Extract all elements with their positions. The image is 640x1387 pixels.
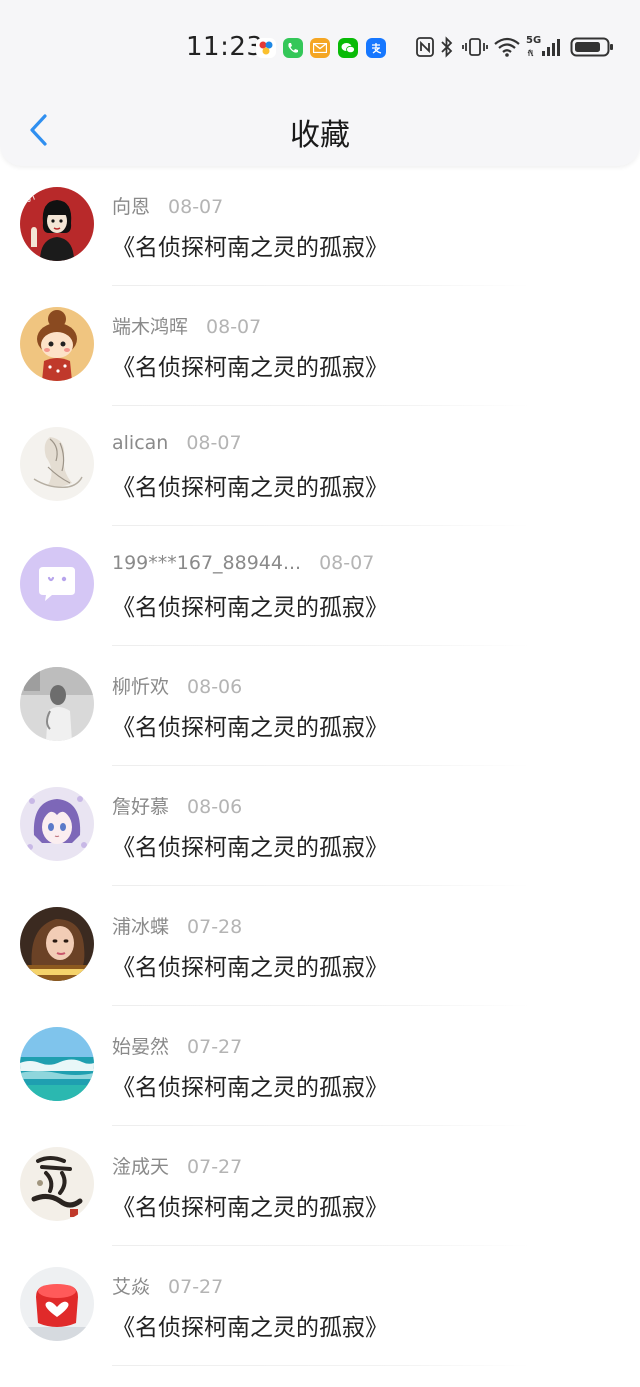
list-item[interactable]: 詹好慕 08-06 《名侦探柯南之灵的孤寂》 xyxy=(0,766,640,886)
favorite-date: 08-06 xyxy=(187,676,243,698)
sketch-avatar-icon xyxy=(20,427,94,501)
user-avatar[interactable] xyxy=(20,307,94,381)
wechat-app-icon xyxy=(338,38,358,58)
list-item[interactable]: 小 向恩 08-07 《名侦探柯南之灵的孤寂》 xyxy=(0,166,640,286)
bluetooth-icon xyxy=(440,36,454,58)
username: 始晏然 07-27 xyxy=(112,1032,242,1059)
username-text: 始晏然 xyxy=(112,1036,170,1058)
username-text: alican xyxy=(112,432,169,454)
favorite-date: 08-07 xyxy=(206,316,262,338)
username-text: 淦成天 xyxy=(112,1156,170,1178)
user-avatar[interactable] xyxy=(20,1027,94,1101)
username: 淦成天 07-27 xyxy=(112,1152,242,1179)
navigation-bar: 收藏 xyxy=(0,96,640,166)
status-time: 11:23 xyxy=(186,32,264,62)
book-title[interactable]: 《名侦探柯南之灵的孤寂》 xyxy=(112,468,388,502)
username: 艾焱 07-27 xyxy=(112,1272,223,1299)
mail-app-icon xyxy=(310,38,330,58)
username: 浦冰蝶 07-28 xyxy=(112,912,242,939)
favorite-date: 07-27 xyxy=(168,1276,224,1298)
username: 詹好慕 08-06 xyxy=(112,792,242,819)
username: 199***167_88944... 08-07 xyxy=(112,552,374,574)
girl-cartoon-avatar-icon: 小 xyxy=(20,187,94,261)
header: 11:23 5G 收藏 xyxy=(0,0,640,166)
list-item[interactable]: alican 08-07 《名侦探柯南之灵的孤寂》 xyxy=(0,406,640,526)
anime-avatar-icon xyxy=(20,787,94,861)
username: 端木鸿晖 08-07 xyxy=(112,312,261,339)
vibrate-icon xyxy=(462,36,488,58)
username-text: 柳忻欢 xyxy=(112,676,170,698)
user-avatar[interactable] xyxy=(20,1147,94,1221)
list-item[interactable]: 始晏然 07-27 《名侦探柯南之灵的孤寂》 xyxy=(0,1006,640,1126)
username-text: 199***167_88944... xyxy=(112,552,302,574)
heart-cup-avatar-icon xyxy=(20,1267,94,1341)
list-item[interactable]: 199***167_88944... 08-07 《名侦探柯南之灵的孤寂》 xyxy=(0,526,640,646)
status-bar: 11:23 5G xyxy=(0,0,640,96)
user-avatar[interactable] xyxy=(20,547,94,621)
favorites-list: 小 向恩 08-07 《名侦探柯南之灵的孤寂》 端木鸿晖 08-07 《名侦探柯南之… xyxy=(0,166,640,1366)
nfc-icon xyxy=(416,36,434,58)
cellular-signal-icon: 5G xyxy=(526,35,562,58)
username: alican 08-07 xyxy=(112,432,242,454)
page-title: 收藏 xyxy=(290,118,350,153)
wifi-icon xyxy=(493,36,521,58)
username: 向恩 08-07 xyxy=(112,192,223,219)
phone-app-icon xyxy=(283,38,303,58)
favorite-date: 08-06 xyxy=(187,796,243,818)
favorite-date: 07-28 xyxy=(187,916,243,938)
book-title[interactable]: 《名侦探柯南之灵的孤寂》 xyxy=(112,1188,388,1222)
photo-avatar-icon xyxy=(20,667,94,741)
book-title[interactable]: 《名侦探柯南之灵的孤寂》 xyxy=(112,1308,388,1342)
portrait-avatar-icon xyxy=(20,907,94,981)
user-avatar[interactable]: 小 xyxy=(20,187,94,261)
favorite-date: 07-27 xyxy=(187,1036,243,1058)
doll-avatar-icon xyxy=(20,307,94,381)
book-title[interactable]: 《名侦探柯南之灵的孤寂》 xyxy=(112,348,388,382)
divider xyxy=(112,1365,530,1366)
favorite-date: 07-27 xyxy=(187,1156,243,1178)
list-item[interactable]: 艾焱 07-27 《名侦探柯南之灵的孤寂》 xyxy=(0,1246,640,1366)
svg-text:小: 小 xyxy=(25,192,35,204)
book-title[interactable]: 《名侦探柯南之灵的孤寂》 xyxy=(112,1068,388,1102)
battery-icon xyxy=(570,36,614,58)
list-item[interactable]: 柳忻欢 08-06 《名侦探柯南之灵的孤寂》 xyxy=(0,646,640,766)
list-item[interactable]: 端木鸿晖 08-07 《名侦探柯南之灵的孤寂》 xyxy=(0,286,640,406)
book-title[interactable]: 《名侦探柯南之灵的孤寂》 xyxy=(112,708,388,742)
calligraphy-avatar-icon xyxy=(20,1147,94,1221)
user-avatar[interactable] xyxy=(20,1267,94,1341)
list-item[interactable]: 浦冰蝶 07-28 《名侦探柯南之灵的孤寂》 xyxy=(0,886,640,1006)
favorite-date: 08-07 xyxy=(168,196,224,218)
user-avatar[interactable] xyxy=(20,787,94,861)
username-text: 向恩 xyxy=(112,196,151,218)
username-text: 詹好慕 xyxy=(112,796,170,818)
username-text: 端木鸿晖 xyxy=(112,316,189,338)
default-chat-avatar-icon xyxy=(20,547,94,621)
favorite-date: 08-07 xyxy=(319,552,375,574)
book-title[interactable]: 《名侦探柯南之灵的孤寂》 xyxy=(112,828,388,862)
username-text: 艾焱 xyxy=(112,1276,151,1298)
network-type-label: 5G xyxy=(526,35,542,46)
user-avatar[interactable] xyxy=(20,907,94,981)
sea-avatar-icon xyxy=(20,1027,94,1101)
favorite-date: 08-07 xyxy=(186,432,242,454)
alipay-app-icon xyxy=(366,38,386,58)
app-notification-icon xyxy=(256,38,276,58)
list-item[interactable]: 淦成天 07-27 《名侦探柯南之灵的孤寂》 xyxy=(0,1126,640,1246)
username-text: 浦冰蝶 xyxy=(112,916,170,938)
book-title[interactable]: 《名侦探柯南之灵的孤寂》 xyxy=(112,588,388,622)
book-title[interactable]: 《名侦探柯南之灵的孤寂》 xyxy=(112,228,388,262)
user-avatar[interactable] xyxy=(20,667,94,741)
user-avatar[interactable] xyxy=(20,427,94,501)
book-title[interactable]: 《名侦探柯南之灵的孤寂》 xyxy=(112,948,388,982)
username: 柳忻欢 08-06 xyxy=(112,672,242,699)
